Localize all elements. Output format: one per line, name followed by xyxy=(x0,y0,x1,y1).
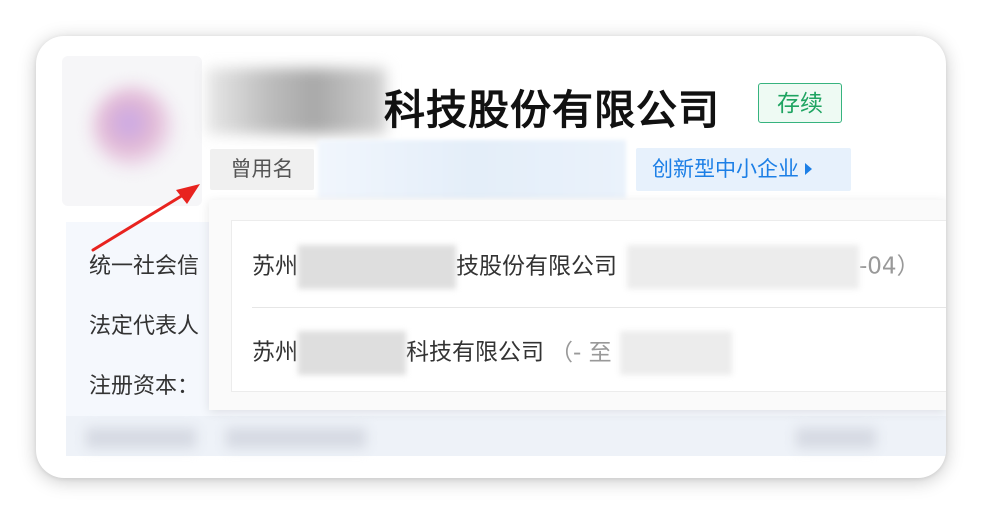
credit-code-label: 统一社会信 xyxy=(89,254,200,279)
company-logo xyxy=(62,56,202,206)
status-badge: 存续 xyxy=(758,83,842,123)
legal-rep-label: 法定代表人 xyxy=(89,314,200,339)
divider xyxy=(252,307,946,308)
former-names-list: 苏州 技股份有限公司 -04） 苏州 科技有限公司 （- 至 xyxy=(231,220,946,392)
former-name-prefix: 苏州 xyxy=(252,339,298,366)
redacted-former-name xyxy=(318,140,626,198)
company-name-title: 科技股份有限公司 xyxy=(384,86,720,134)
former-name-item: 苏州 技股份有限公司 -04） xyxy=(252,245,920,289)
redacted-bottom-1 xyxy=(86,428,196,448)
redacted-period xyxy=(627,245,859,289)
former-name-item: 苏州 科技有限公司 （- 至 xyxy=(252,331,732,375)
sme-tag-link[interactable]: 创新型中小企业 xyxy=(636,148,851,191)
sme-tag-label: 创新型中小企业 xyxy=(652,157,799,181)
redacted-bottom-3 xyxy=(796,428,876,448)
redacted-segment xyxy=(298,331,406,375)
former-name-suffix: 技股份有限公司 xyxy=(456,253,617,280)
former-name-prefix: 苏州 xyxy=(252,253,298,280)
former-names-popover: 苏州 技股份有限公司 -04） 苏州 科技有限公司 （- 至 xyxy=(209,200,946,410)
chevron-right-icon xyxy=(805,163,812,175)
reg-capital-label: 注册资本： xyxy=(89,374,200,399)
former-name-period-tail: -04） xyxy=(859,253,920,280)
former-name-period-head: （- 至 xyxy=(550,339,612,366)
redacted-segment xyxy=(298,245,456,289)
company-card: 科技股份有限公司 存续 曾用名 创新型中小企业 统一社会信 法定代表人 注册资本… xyxy=(36,36,946,478)
former-name-suffix: 科技有限公司 xyxy=(406,339,544,366)
former-name-button[interactable]: 曾用名 xyxy=(210,149,314,190)
redacted-name-prefix xyxy=(206,68,386,134)
redacted-bottom-2 xyxy=(226,428,366,448)
redacted-period xyxy=(619,331,732,375)
